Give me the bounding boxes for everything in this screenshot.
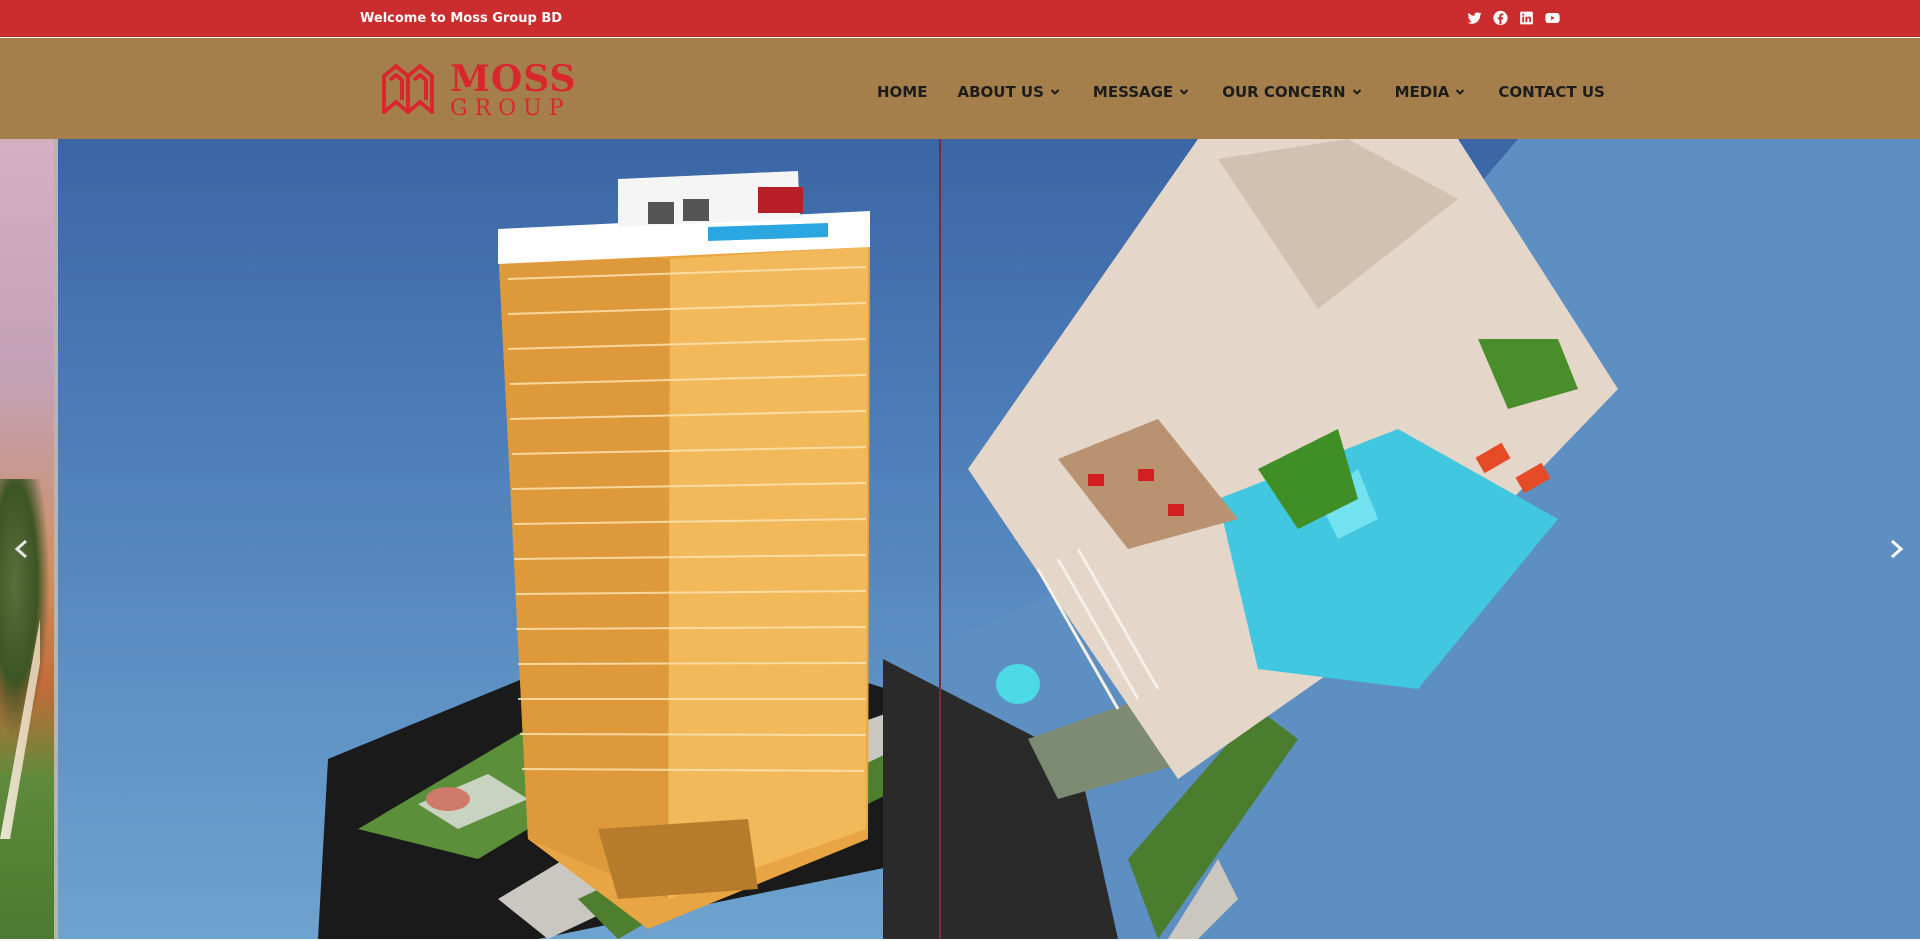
nav-our-concern-label: OUR CONCERN bbox=[1222, 83, 1346, 101]
logo-mark-icon bbox=[382, 64, 434, 114]
palm-tree-image bbox=[0, 479, 50, 739]
main-navigation: HOME ABOUT US MESSAGE OUR CONCERN MEDIA … bbox=[877, 82, 1605, 102]
logo-line-1: MOSS bbox=[450, 58, 577, 100]
chevron-down-icon bbox=[1352, 87, 1362, 97]
chevron-right-icon bbox=[1891, 539, 1904, 559]
social-links bbox=[1466, 9, 1561, 27]
nav-our-concern[interactable]: OUR CONCERN bbox=[1222, 83, 1361, 101]
chevron-left-icon bbox=[14, 539, 27, 559]
slider-next-button[interactable] bbox=[1882, 529, 1912, 569]
nav-home[interactable]: HOME bbox=[877, 83, 927, 101]
chevron-down-icon bbox=[1455, 87, 1465, 97]
chevron-down-icon bbox=[1050, 87, 1060, 97]
hero-slider[interactable] bbox=[0, 139, 1920, 939]
nav-message[interactable]: MESSAGE bbox=[1093, 83, 1189, 101]
welcome-text: Welcome to Moss Group BD bbox=[360, 11, 563, 26]
nav-about-us-label: ABOUT US bbox=[957, 83, 1044, 101]
site-logo[interactable]: MOSS GROUP bbox=[380, 60, 575, 120]
nav-home-label: HOME bbox=[877, 83, 928, 101]
site-header: MOSS GROUP HOME ABOUT US MESSAGE OUR CON… bbox=[0, 38, 1920, 139]
facebook-icon[interactable] bbox=[1492, 9, 1509, 27]
current-slide bbox=[58, 139, 1920, 939]
nav-contact-us[interactable]: CONTACT US bbox=[1498, 83, 1604, 101]
top-bar: Welcome to Moss Group BD bbox=[0, 0, 1920, 37]
chevron-down-icon bbox=[1179, 87, 1189, 97]
nav-media-label: MEDIA bbox=[1394, 83, 1450, 101]
youtube-icon[interactable] bbox=[1544, 9, 1561, 27]
nav-contact-us-label: CONTACT US bbox=[1498, 83, 1605, 101]
slide-divider bbox=[939, 139, 941, 939]
nav-media[interactable]: MEDIA bbox=[1395, 83, 1466, 101]
tower-render bbox=[318, 171, 928, 939]
logo-line-2: GROUP bbox=[450, 96, 571, 121]
logo-wordmark: MOSS GROUP bbox=[450, 60, 576, 120]
building-render-image bbox=[318, 139, 1920, 939]
linkedin-icon[interactable] bbox=[1518, 9, 1535, 27]
nav-message-label: MESSAGE bbox=[1092, 83, 1174, 101]
slider-prev-button[interactable] bbox=[6, 529, 36, 569]
twitter-icon[interactable] bbox=[1466, 9, 1483, 27]
nav-about-us[interactable]: ABOUT US bbox=[957, 83, 1060, 101]
aerial-render bbox=[883, 139, 1920, 939]
